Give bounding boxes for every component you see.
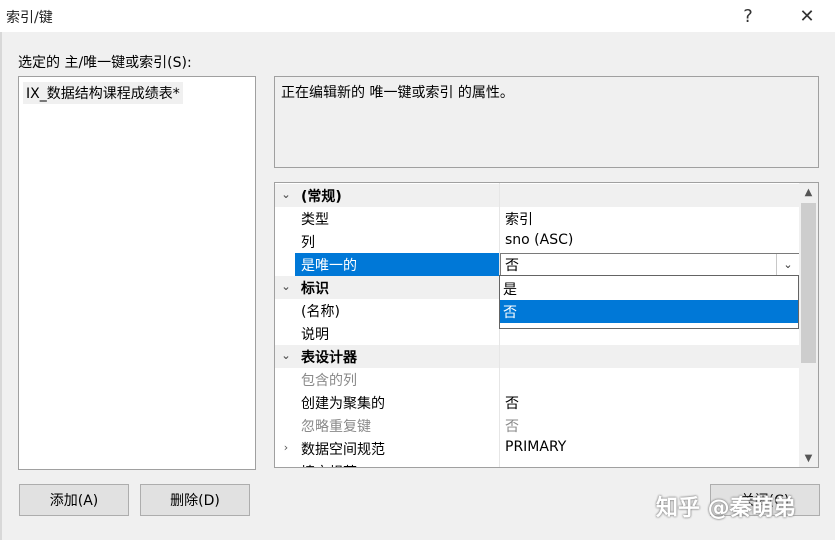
grid-category-row[interactable]: ⌄ (常规): [275, 184, 800, 207]
window-left-edge: [0, 32, 2, 540]
watermark: 知乎 @秦萌弟: [656, 496, 796, 521]
property-name: (常规): [301, 189, 342, 205]
property-name: 创建为聚集的: [301, 396, 385, 412]
grid-property-row[interactable]: 创建为聚集的 否: [275, 391, 800, 414]
list-item[interactable]: IX_数据结构课程成绩表*: [23, 82, 183, 104]
scroll-up-icon[interactable]: ▲: [799, 183, 818, 201]
property-name: 包含的列: [301, 373, 357, 389]
dropdown-option-no[interactable]: 否: [500, 300, 798, 323]
grid-property-row[interactable]: 类型 索引: [275, 207, 800, 230]
property-name: 标识: [301, 281, 329, 297]
expand-icon[interactable]: ›: [279, 441, 293, 454]
grid-category-row[interactable]: ⌄ 表设计器: [275, 345, 800, 368]
property-value: 否: [505, 258, 519, 274]
property-value[interactable]: 否: [505, 416, 519, 436]
grid-property-row[interactable]: › 填充规范: [275, 460, 800, 467]
property-name: 列: [301, 235, 315, 251]
property-name: 忽略重复键: [301, 419, 371, 435]
window-title: 索引/键: [6, 10, 53, 26]
close-icon[interactable]: ✕: [792, 2, 822, 30]
scroll-down-icon[interactable]: ▼: [799, 449, 818, 467]
collapse-icon[interactable]: ⌄: [279, 188, 293, 201]
expand-icon[interactable]: ›: [279, 464, 293, 467]
property-name: 填充规范: [301, 462, 357, 467]
property-name: 表设计器: [301, 350, 357, 366]
chevron-down-icon[interactable]: ⌄: [776, 254, 799, 275]
add-button[interactable]: 添加(A): [19, 484, 129, 516]
help-button[interactable]: ?: [733, 2, 763, 30]
description-text: 正在编辑新的 唯一键或索引 的属性。: [281, 85, 514, 101]
index-list[interactable]: IX_数据结构课程成绩表*: [18, 76, 256, 470]
grid-property-row[interactable]: 列 sno (ASC): [275, 230, 800, 253]
unique-value-combobox[interactable]: 否 ⌄: [500, 253, 800, 276]
property-value[interactable]: PRIMARY: [505, 439, 566, 455]
property-name: 说明: [301, 327, 329, 343]
property-name: 是唯一的: [301, 258, 357, 274]
property-name: 类型: [301, 212, 329, 228]
grid-property-row[interactable]: 忽略重复键 否: [275, 414, 800, 437]
grid-property-row[interactable]: 是唯一的否 ⌄: [275, 253, 800, 276]
delete-button[interactable]: 删除(D): [140, 484, 250, 516]
property-value[interactable]: 索引: [505, 209, 533, 229]
property-name: 数据空间规范: [301, 442, 385, 458]
description-panel: 正在编辑新的 唯一键或索引 的属性。: [274, 76, 819, 168]
property-value[interactable]: 否: [505, 393, 519, 413]
collapse-icon[interactable]: ⌄: [279, 280, 293, 293]
property-value[interactable]: sno (ASC): [505, 232, 573, 248]
index-list-label: 选定的 主/唯一键或索引(S):: [18, 55, 192, 71]
title-bar: [0, 0, 835, 32]
scroll-thumb[interactable]: [801, 203, 816, 363]
grid-property-row[interactable]: › 数据空间规范 PRIMARY: [275, 437, 800, 460]
collapse-icon[interactable]: ⌄: [279, 349, 293, 362]
property-name: (名称): [301, 304, 340, 320]
unique-dropdown-list[interactable]: 是 否: [499, 275, 799, 329]
grid-property-row[interactable]: 包含的列: [275, 368, 800, 391]
dropdown-option-yes[interactable]: 是: [500, 277, 798, 300]
vertical-scrollbar[interactable]: ▲ ▼: [799, 183, 818, 467]
